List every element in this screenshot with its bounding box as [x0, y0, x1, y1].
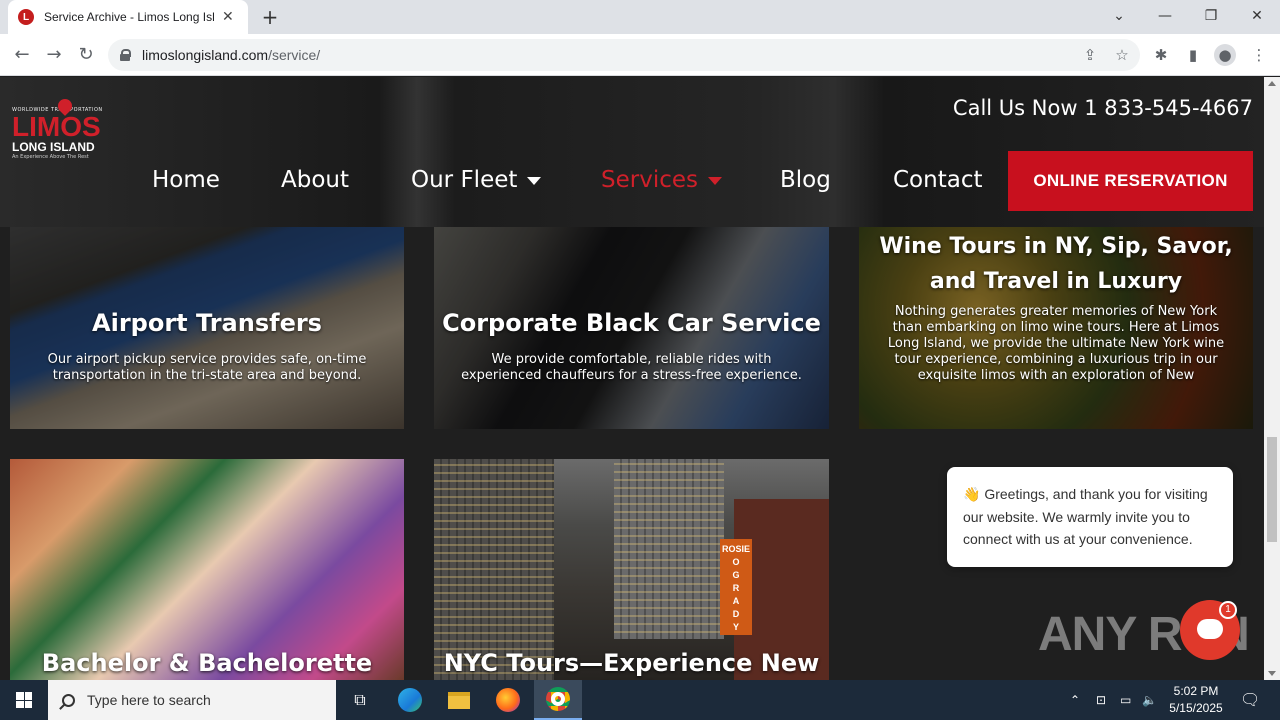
favicon-icon: L: [18, 9, 34, 25]
building-image: [614, 459, 724, 639]
lock-icon: [120, 49, 131, 61]
firefox-icon[interactable]: [484, 680, 532, 720]
windows-logo-icon: [16, 692, 32, 708]
scroll-up-icon[interactable]: [1268, 81, 1276, 86]
page-scrollbar[interactable]: [1264, 77, 1280, 680]
volume-icon[interactable]: 🔈: [1142, 680, 1157, 720]
nav-our-fleet[interactable]: Our Fleet: [411, 167, 542, 193]
card-title: NYC Tours—Experience New York: [443, 649, 820, 680]
card-description: We provide comfortable, reliable rides w…: [461, 352, 802, 383]
tab-search-icon[interactable]: ⌄: [1104, 4, 1134, 28]
forward-icon[interactable]: →: [42, 43, 66, 67]
task-view-icon[interactable]: ⧉: [336, 680, 384, 720]
rosie-sign: ROSIE O G R A D Y: [720, 539, 752, 635]
call-us-link[interactable]: Call Us Now 1 833-545-4667: [953, 96, 1253, 120]
card-title: Airport Transfers: [92, 309, 322, 337]
scroll-down-icon[interactable]: [1268, 671, 1276, 676]
restore-button[interactable]: ❐: [1196, 4, 1226, 28]
tray-chevron-icon[interactable]: ⌃: [1070, 680, 1080, 720]
reload-icon[interactable]: ↻: [74, 43, 98, 67]
tab-title: Service Archive - Limos Long Isl: [44, 10, 214, 24]
search-placeholder: Type here to search: [87, 692, 211, 708]
back-icon[interactable]: ←: [10, 43, 34, 67]
chat-notification-badge: 1: [1219, 601, 1237, 619]
profile-avatar-icon[interactable]: ●: [1214, 44, 1236, 66]
menu-kebab-icon[interactable]: ⋮: [1248, 44, 1270, 66]
online-reservation-button[interactable]: ONLINE RESERVATION: [1008, 151, 1253, 211]
card-title: Corporate Black Car Service: [442, 309, 821, 337]
edge-icon[interactable]: [386, 680, 434, 720]
network-icon[interactable]: ⊡: [1096, 680, 1106, 720]
share-icon[interactable]: ⇪: [1080, 45, 1100, 65]
file-explorer-icon[interactable]: [435, 680, 483, 720]
scroll-thumb[interactable]: [1267, 437, 1277, 542]
card-wine-tours[interactable]: Wine Tours in NY, Sip, Savor, and Travel…: [859, 227, 1253, 429]
card-description: Nothing generates greater memories of Ne…: [887, 304, 1225, 383]
card-nyc-tours[interactable]: ROSIEOGRADY NYC Tours—Experience New Yor…: [434, 459, 829, 680]
chrome-icon[interactable]: [534, 680, 582, 720]
notification-icon[interactable]: 🗨: [1240, 680, 1260, 720]
close-window-button[interactable]: ✕: [1242, 4, 1272, 28]
nav-blog[interactable]: Blog: [780, 167, 831, 193]
tab-strip: L Service Archive - Limos Long Isl ✕ + ⌄…: [0, 0, 1280, 34]
page-viewport: Airport Transfers Our airport pickup ser…: [0, 77, 1264, 680]
nav-home[interactable]: Home: [152, 167, 220, 193]
chevron-down-icon: [708, 176, 722, 185]
browser-tab[interactable]: L Service Archive - Limos Long Isl ✕: [8, 0, 248, 34]
card-title: Bachelor & Bachelorette Party: [41, 649, 373, 680]
card-airport-transfers[interactable]: Airport Transfers Our airport pickup ser…: [10, 227, 404, 429]
system-clock[interactable]: 5:02 PM 5/15/2025: [1164, 683, 1228, 717]
card-title: Wine Tours in NY, Sip, Savor, and Travel…: [879, 234, 1233, 294]
bookmark-star-icon[interactable]: ☆: [1112, 45, 1132, 65]
building-image: [434, 459, 554, 680]
browser-toolbar: ← → ↻ limoslongisland.com/service/ ⇪ ☆ ✱…: [0, 34, 1280, 76]
close-tab-icon[interactable]: ✕: [222, 9, 234, 25]
card-description: Our airport pickup service provides safe…: [47, 352, 367, 383]
start-button[interactable]: [0, 680, 48, 720]
nav-about[interactable]: About: [281, 167, 349, 193]
nav-services[interactable]: Services: [601, 167, 722, 193]
search-icon: [62, 693, 75, 707]
url-text: limoslongisland.com/service/: [142, 47, 321, 63]
chat-greeting-bubble[interactable]: 👋 Greetings, and thank you for visiting …: [947, 467, 1233, 567]
minimize-button[interactable]: —: [1150, 4, 1180, 28]
taskbar-search-box[interactable]: Type here to search: [48, 680, 336, 720]
extensions-icon[interactable]: ✱: [1150, 44, 1172, 66]
windows-taskbar: Type here to search ⧉ ⌃ ⊡ ▭ 🔈 5:02 PM 5/…: [0, 680, 1280, 720]
site-header: WORLDWIDE TRANSPORTATION LIMOS LONG ISLA…: [0, 77, 1264, 227]
new-tab-button[interactable]: +: [258, 6, 282, 28]
side-panel-icon[interactable]: ▮: [1182, 44, 1204, 66]
chevron-down-icon: [527, 176, 542, 185]
nav-contact[interactable]: Contact: [893, 167, 982, 193]
card-corporate-black-car[interactable]: Corporate Black Car Service We provide c…: [434, 227, 829, 429]
address-bar[interactable]: limoslongisland.com/service/ ⇪ ☆: [108, 39, 1140, 71]
ethernet-icon[interactable]: ▭: [1120, 680, 1131, 720]
card-bachelor-party[interactable]: Bachelor & Bachelorette Party: [10, 459, 404, 680]
